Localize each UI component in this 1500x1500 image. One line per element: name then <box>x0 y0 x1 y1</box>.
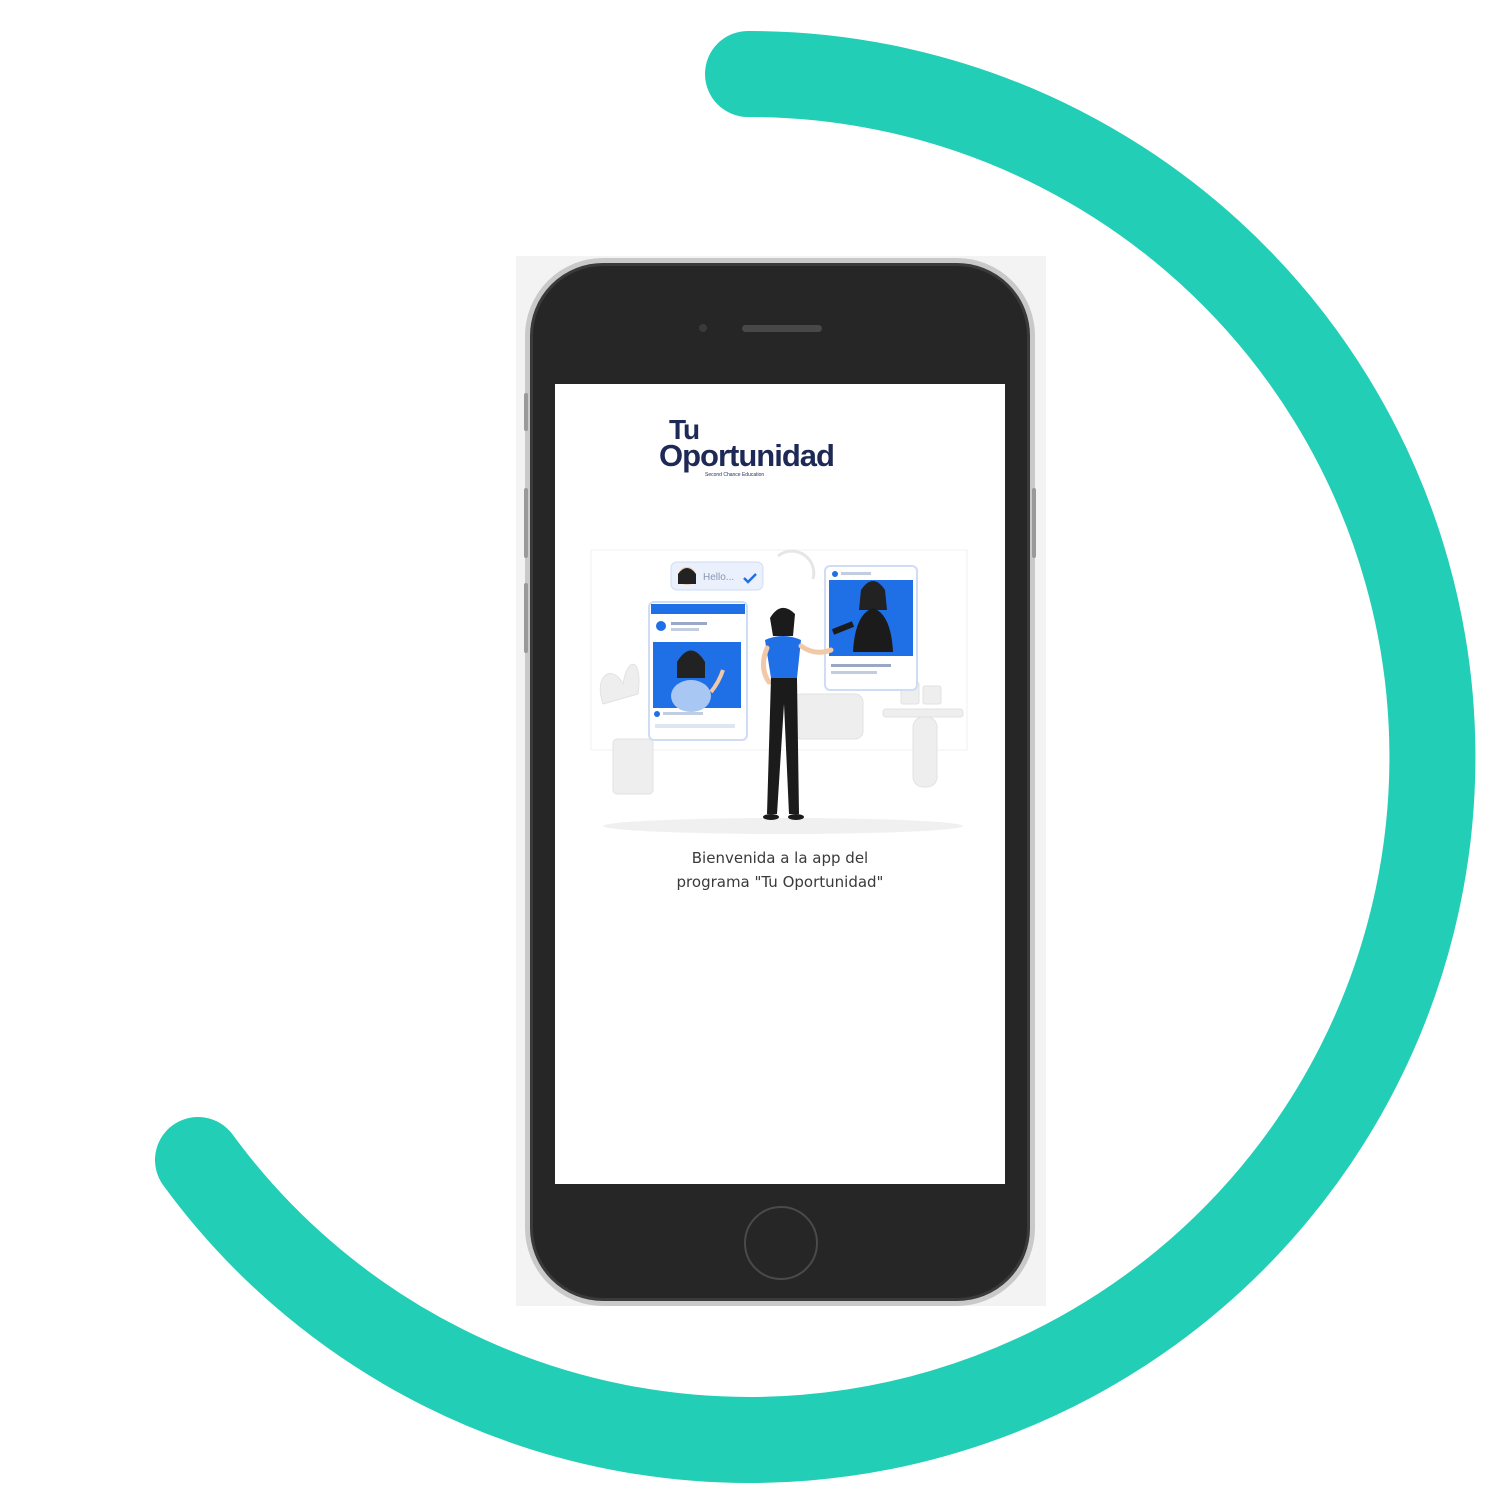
phone-mockup: Tu Oportunidad Second Chance Education H… <box>524 258 1036 1306</box>
volume-down-button <box>524 583 528 653</box>
chat-bubble-text: Hello... <box>703 572 734 583</box>
welcome-line1: Bienvenida a la app del <box>691 849 869 867</box>
power-button <box>1032 488 1036 558</box>
earpiece <box>742 325 822 332</box>
profile-card-right <box>824 565 918 691</box>
volume-up-button <box>524 488 528 558</box>
front-camera-icon <box>699 324 707 332</box>
logo-tagline: Second Chance Education <box>705 472 765 478</box>
chat-bubble: Hello... <box>670 561 764 591</box>
mute-switch <box>524 393 528 431</box>
profile-card-left <box>648 601 748 741</box>
welcome-message: Bienvenida a la app del programa "Tu Opo… <box>595 846 965 894</box>
home-button[interactable] <box>744 1206 818 1280</box>
social-media-illustration: Hello... <box>590 549 968 834</box>
tu-oportunidad-logo: Tu Oportunidad Second Chance Education <box>655 414 845 484</box>
welcome-line2: programa "Tu Oportunidad" <box>676 873 884 891</box>
logo-line2: Oportunidad <box>659 438 835 473</box>
app-screen: Tu Oportunidad Second Chance Education H… <box>555 384 1005 1184</box>
